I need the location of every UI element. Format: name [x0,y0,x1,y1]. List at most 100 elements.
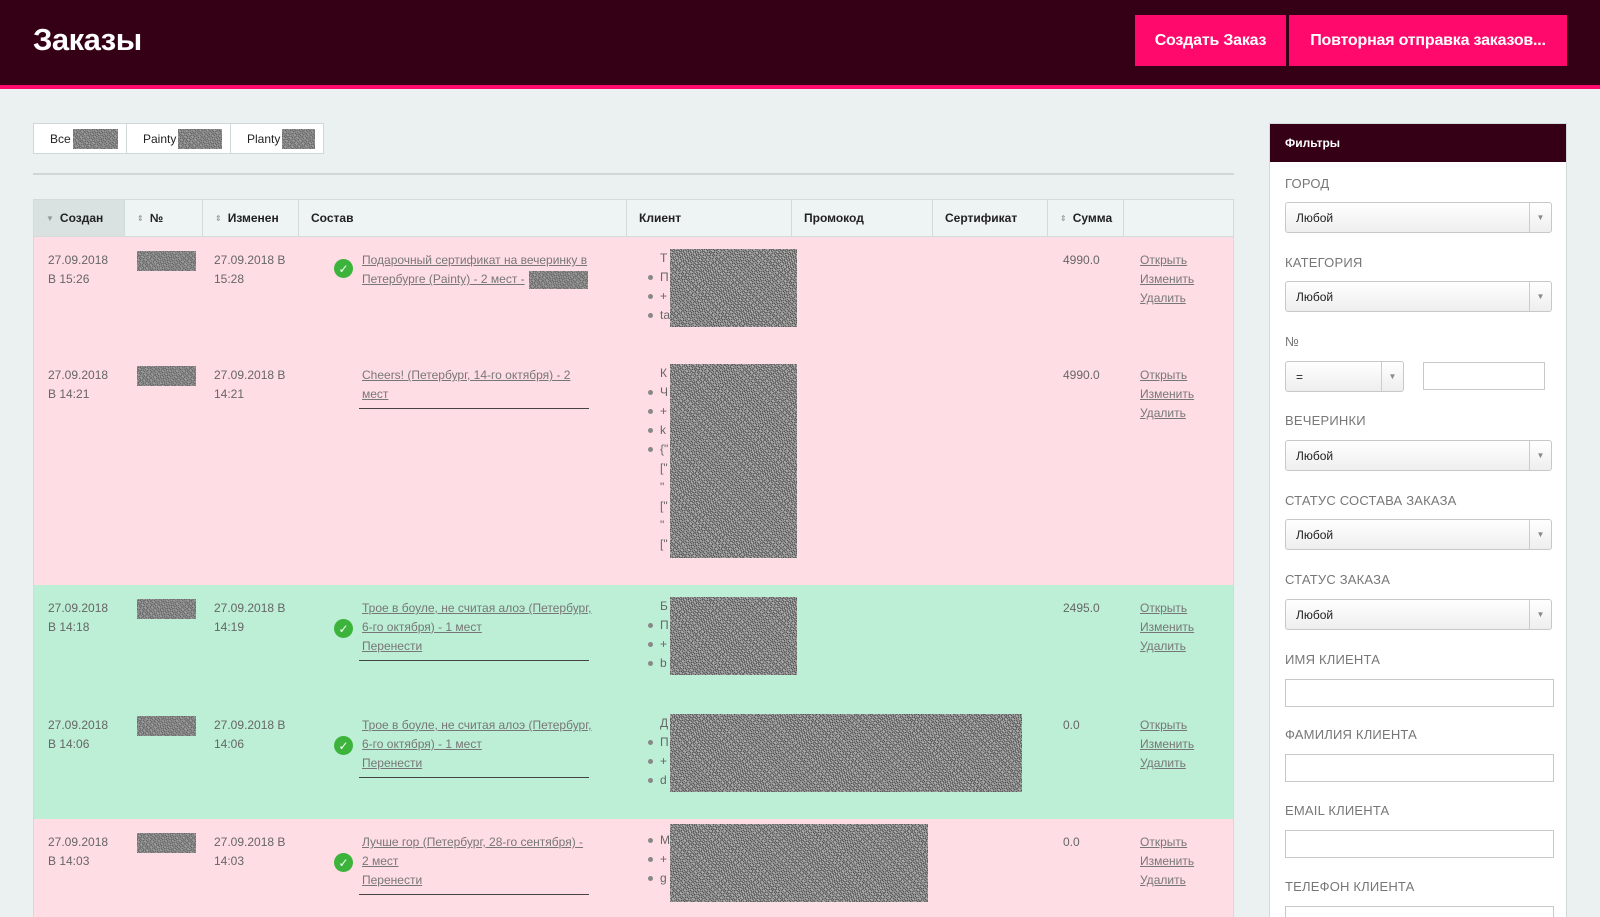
delete-link[interactable]: Удалить [1140,871,1194,890]
sort-desc-icon: ▼ [46,213,54,223]
table-row: 27.09.2018 В 14:06 27.09.2018 В 14:06 ✓ Тр… [34,702,1233,819]
composition-link[interactable]: Трое в боуле, не считая алоэ (Петербург,… [362,599,592,637]
edit-link[interactable]: Изменить [1140,385,1194,404]
column-created[interactable]: ▼ Создан [34,200,125,236]
client-name-input[interactable] [1285,679,1554,707]
redacted-code [528,270,588,289]
actions-cell: Открыть Изменить Удалить [1140,716,1194,773]
sum-cell: 4990.0 [1063,253,1100,267]
move-link[interactable]: Перенести [362,754,592,773]
created-cell: 27.09.2018 В 15:26 [48,253,109,286]
composition-divider [359,660,589,661]
composition-link[interactable]: Трое в боуле, не считая алоэ (Петербург,… [362,716,592,754]
tab-planty[interactable]: Planty [231,124,323,153]
top-bar: Заказы Создать Заказ Повторная отправка … [0,0,1600,89]
client-name-label: ИМЯ КЛИЕНТА [1285,652,1381,667]
number-input[interactable] [1423,362,1545,390]
check-icon: ✓ [334,259,353,278]
delete-link[interactable]: Удалить [1140,754,1194,773]
redacted-count [72,128,118,149]
composition-link[interactable]: Лучше гор (Петербург, 28-го сентября) - … [362,833,592,871]
tab-painty[interactable]: Painty [127,124,231,153]
redacted-order-number [137,716,196,736]
column-modified[interactable]: ⇕ Изменен [203,200,299,236]
sort-icon: ⇕ [215,213,222,223]
check-icon: ✓ [334,853,353,872]
column-sum[interactable]: ⇕ Сумма [1048,200,1124,236]
composition-cell: Лучше гор (Петербург, 28-го сентября) - … [362,833,592,890]
open-link[interactable]: Открыть [1140,599,1194,618]
edit-link[interactable]: Изменить [1140,852,1194,871]
filters-panel: Фильтры ГОРОД Любой ▼ КАТЕГОРИЯ Любой ▼ № … [1269,123,1567,917]
redacted-order-number [137,599,196,619]
composition-link[interactable]: Cheers! (Петербург, 14-го октября) - 2 м… [362,368,570,401]
redacted-count [178,128,222,149]
edit-link[interactable]: Изменить [1140,735,1194,754]
client-phone-input[interactable] [1285,906,1554,917]
create-order-button[interactable]: Создать Заказ [1135,15,1286,66]
shop-tabs: Все Painty Planty [33,123,324,154]
order-status-label: СТАТУС ЗАКАЗА [1285,572,1391,587]
party-select[interactable]: Любой ▼ [1285,440,1552,471]
modified-cell: 27.09.2018 В 14:21 [214,368,286,401]
city-label: ГОРОД [1285,176,1330,191]
modified-cell: 27.09.2018 В 15:28 [214,253,286,286]
column-promocode: Промокод [792,200,933,236]
created-cell: 27.09.2018 В 14:03 [48,835,109,868]
chevron-down-icon: ▼ [1529,203,1551,232]
open-link[interactable]: Открыть [1140,833,1194,852]
client-email-label: EMAIL КЛИЕНТА [1285,803,1390,818]
orders-table: ▼ Создан ⇕ № ⇕ Изменен Состав Клиент Промок… [33,199,1234,917]
filters-title: Фильтры [1270,124,1566,162]
city-select[interactable]: Любой ▼ [1285,202,1552,233]
chevron-down-icon: ▼ [1529,600,1551,629]
delete-link[interactable]: Удалить [1140,637,1194,656]
created-cell: 27.09.2018 В 14:21 [48,368,109,401]
move-link[interactable]: Перенести [362,637,592,656]
delete-link[interactable]: Удалить [1140,289,1194,308]
composition-status-select[interactable]: Любой ▼ [1285,519,1552,550]
table-header: ▼ Создан ⇕ № ⇕ Изменен Состав Клиент Промок… [34,200,1233,237]
chevron-down-icon: ▼ [1529,520,1551,549]
table-row: 27.09.2018 В 14:18 27.09.2018 В 14:19 ✓ Тр… [34,585,1233,702]
actions-cell: Открыть Изменить Удалить [1140,833,1194,890]
number-operator-select[interactable]: = ▼ [1285,361,1404,392]
resend-orders-button[interactable]: Повторная отправка заказов... [1289,15,1567,66]
open-link[interactable]: Открыть [1140,251,1194,270]
sum-cell: 4990.0 [1063,368,1100,382]
client-surname-input[interactable] [1285,754,1554,782]
client-email-input[interactable] [1285,830,1554,858]
modified-cell: 27.09.2018 В 14:06 [214,718,286,751]
modified-cell: 27.09.2018 В 14:03 [214,835,286,868]
page-title: Заказы [33,22,142,57]
divider [33,173,1234,175]
party-label: ВЕЧЕРИНКИ [1285,413,1366,428]
client-cell: Б П + b [646,597,669,673]
chevron-down-icon: ▼ [1529,441,1551,470]
column-number[interactable]: ⇕ № [125,200,203,236]
column-certificate: Сертификат [933,200,1048,236]
composition-cell: Cheers! (Петербург, 14-го октября) - 2 м… [362,366,592,404]
client-cell: Д П + d [646,714,669,790]
client-phone-label: ТЕЛЕФОН КЛИЕНТА [1285,879,1415,894]
column-composition: Состав [299,200,627,236]
tab-all[interactable]: Все [34,124,127,153]
open-link[interactable]: Открыть [1140,366,1194,385]
open-link[interactable]: Открыть [1140,716,1194,735]
number-label: № [1285,334,1300,349]
category-select[interactable]: Любой ▼ [1285,281,1552,312]
column-actions [1124,200,1233,236]
move-link[interactable]: Перенести [362,871,592,890]
sum-cell: 2495.0 [1063,601,1100,615]
order-status-select[interactable]: Любой ▼ [1285,599,1552,630]
table-row: 27.09.2018 В 14:21 27.09.2018 В 14:21 Chee… [34,352,1233,585]
composition-status-label: СТАТУС СОСТАВА ЗАКАЗА [1285,493,1457,508]
sort-icon: ⇕ [1060,213,1067,223]
redacted-client-info [670,824,928,902]
edit-link[interactable]: Изменить [1140,618,1194,637]
delete-link[interactable]: Удалить [1140,404,1194,423]
edit-link[interactable]: Изменить [1140,270,1194,289]
modified-cell: 27.09.2018 В 14:19 [214,601,286,634]
sum-cell: 0.0 [1063,718,1080,732]
check-icon: ✓ [334,619,353,638]
